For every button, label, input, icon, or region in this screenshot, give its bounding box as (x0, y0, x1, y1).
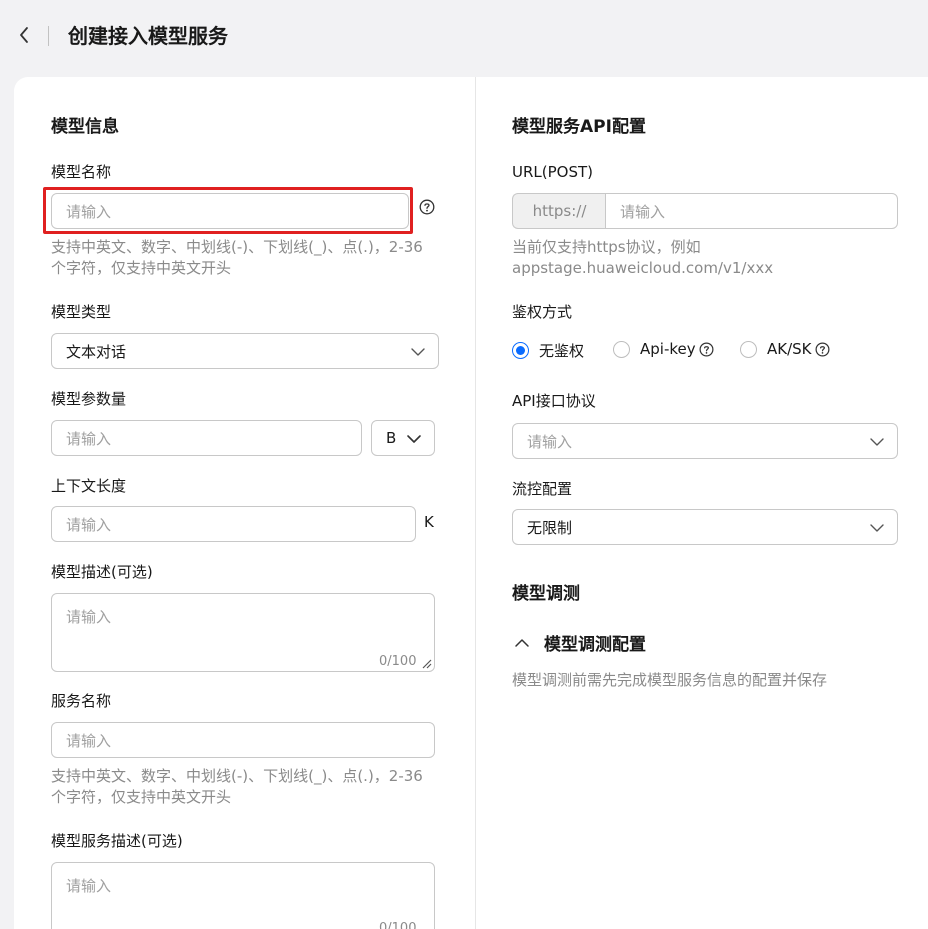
chevron-down-icon (410, 344, 426, 360)
model-type-select[interactable]: 文本对话 (51, 333, 439, 369)
debug-hint: 模型调测前需先完成模型服务信息的配置并保存 (512, 671, 828, 689)
resize-handle-icon[interactable] (420, 657, 432, 669)
context-length-input[interactable]: 请输入 (51, 506, 416, 542)
model-params-unit-select[interactable]: B (371, 420, 435, 456)
api-protocol-placeholder: 请输入 (527, 432, 573, 451)
help-icon[interactable] (419, 199, 435, 215)
chevron-down-icon (406, 431, 422, 447)
chevron-left-icon (20, 27, 28, 43)
model-desc-textarea[interactable]: 请输入 (51, 593, 435, 672)
context-length-unit: K (424, 513, 434, 531)
api-protocol-label: API接口协议 (512, 392, 596, 410)
help-icon[interactable] (815, 342, 830, 357)
model-type-label: 模型类型 (51, 303, 112, 321)
help-icon[interactable] (699, 342, 714, 357)
url-label: URL(POST) (512, 163, 593, 181)
back-button[interactable] (14, 22, 36, 48)
service-name-label: 服务名称 (51, 692, 112, 710)
service-desc-counter: 0/100 (379, 921, 417, 929)
model-desc-counter: 0/100 (379, 654, 417, 669)
service-desc-textarea[interactable]: 请输入 (51, 862, 435, 929)
header-divider (48, 26, 49, 46)
page-header: 创建接入模型服务 (0, 0, 928, 72)
radio-checked-icon (512, 342, 529, 359)
model-name-input[interactable]: 请输入 (51, 193, 409, 229)
chevron-down-icon (869, 434, 885, 450)
model-name-label: 模型名称 (51, 163, 112, 181)
service-name-hint-1: 支持中英文、数字、中划线(-)、下划线(_)、点(.)，2-36 (51, 767, 423, 785)
auth-label: 鉴权方式 (512, 303, 573, 321)
auth-radio-apikey[interactable]: Api-key (613, 340, 714, 358)
auth-option-apikey: Api-key (640, 340, 696, 358)
auth-option-aksk: AK/SK (767, 340, 812, 358)
model-params-unit: B (386, 429, 397, 447)
debug-config-toggle[interactable]: 模型调测配置 (514, 630, 646, 655)
radio-unchecked-icon (740, 340, 757, 358)
flow-control-value: 无限制 (527, 518, 573, 537)
url-hint-2: appstage.huaweicloud.com/v1/xxx (512, 259, 774, 277)
model-params-label: 模型参数量 (51, 390, 127, 408)
model-name-hint-2: 个字符，仅支持中英文开头 (51, 259, 232, 277)
flow-control-label: 流控配置 (512, 480, 573, 498)
chevron-up-icon (515, 638, 529, 647)
flow-control-select[interactable]: 无限制 (512, 509, 898, 545)
model-info-title: 模型信息 (51, 117, 119, 137)
context-length-label: 上下文长度 (51, 477, 127, 495)
model-type-value: 文本对话 (66, 342, 127, 361)
model-name-hint-1: 支持中英文、数字、中划线(-)、下划线(_)、点(.)，2-36 (51, 238, 423, 256)
column-divider (475, 77, 476, 929)
url-input[interactable]: 请输入 (605, 193, 898, 229)
model-params-input[interactable]: 请输入 (51, 420, 362, 456)
debug-config-title: 模型调测配置 (544, 635, 646, 655)
chevron-down-icon (869, 520, 885, 536)
radio-unchecked-icon (613, 340, 630, 358)
url-hint-1: 当前仅支持https协议，例如 (512, 238, 701, 256)
service-desc-label: 模型服务描述(可选) (51, 832, 183, 850)
service-name-hint-2: 个字符，仅支持中英文开头 (51, 788, 232, 806)
api-config-title: 模型服务API配置 (512, 117, 646, 137)
page-title: 创建接入模型服务 (68, 24, 228, 48)
url-protocol-prefix: https:// (512, 193, 606, 229)
model-desc-label: 模型描述(可选) (51, 563, 153, 581)
auth-option-none: 无鉴权 (539, 342, 585, 360)
auth-radio-aksk[interactable]: AK/SK (740, 340, 830, 358)
service-name-input[interactable]: 请输入 (51, 722, 435, 758)
auth-radio-none[interactable]: 无鉴权 (512, 340, 584, 361)
model-debug-title: 模型调测 (512, 584, 580, 604)
api-protocol-select[interactable]: 请输入 (512, 423, 898, 459)
